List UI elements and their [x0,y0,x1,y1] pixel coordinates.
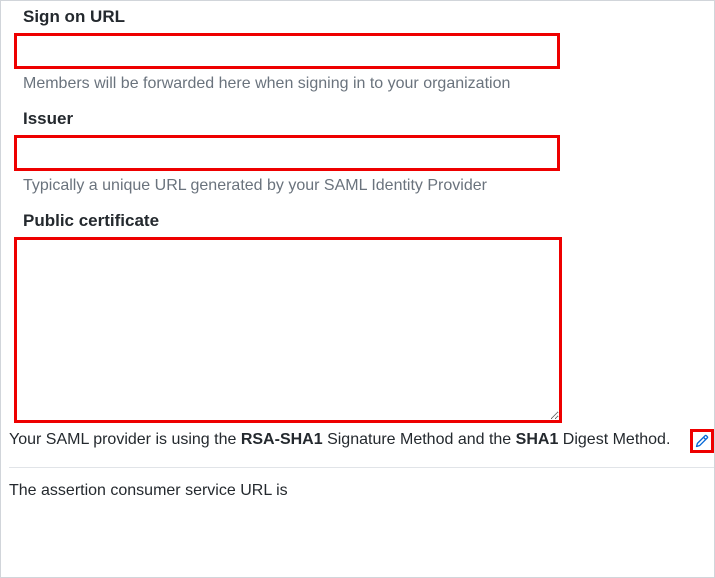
info-prefix: Your SAML provider is using the [9,431,241,448]
sign-on-url-input[interactable] [14,33,560,69]
public-cert-label: Public certificate [23,211,706,231]
sign-on-url-help: Members will be forwarded here when sign… [23,75,706,93]
sign-on-url-label: Sign on URL [23,7,706,27]
public-cert-input[interactable] [17,240,559,420]
issuer-group: Issuer Typically a unique URL generated … [9,109,706,195]
acs-url-line: The assertion consumer service URL is [9,482,706,500]
public-cert-group: Public certificate [9,211,706,423]
signature-method: RSA-SHA1 [241,431,323,448]
info-mid: Signature Method and the [323,431,516,448]
issuer-label: Issuer [23,109,706,129]
saml-method-info: Your SAML provider is using the RSA-SHA1… [9,431,714,468]
edit-method-button[interactable] [690,429,714,453]
saml-config-panel: Sign on URL Members will be forwarded he… [0,0,715,578]
info-suffix: Digest Method. [558,431,670,448]
issuer-help: Typically a unique URL generated by your… [23,177,706,195]
issuer-input[interactable] [14,135,560,171]
pencil-icon [695,434,709,448]
digest-method: SHA1 [516,431,559,448]
public-cert-input-wrap [14,237,562,423]
sign-on-url-group: Sign on URL Members will be forwarded he… [9,7,706,93]
